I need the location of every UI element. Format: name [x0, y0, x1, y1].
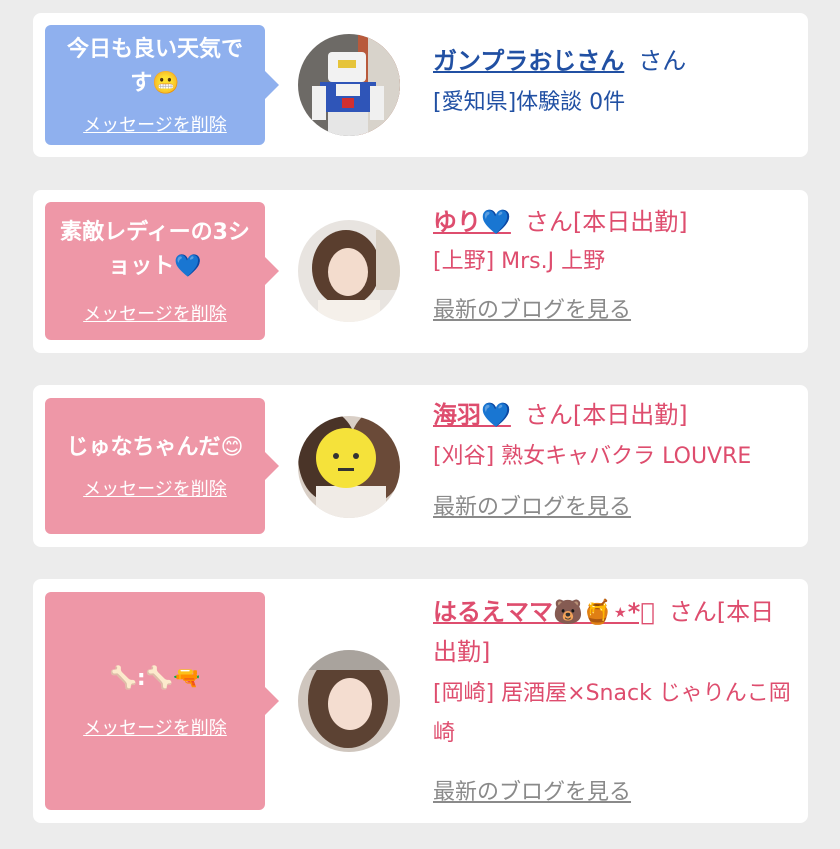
name-line: ガンプラおじさん さん [433, 41, 798, 81]
avatar[interactable] [298, 220, 400, 322]
profile-detail: [上野] Mrs.J 上野 [433, 249, 606, 274]
latest-blog-link[interactable]: 最新のブログを見る [433, 774, 631, 806]
honorific: さん [638, 47, 687, 75]
message-bubble: 素敵レディーの3ショット💙 メッセージを削除 [45, 202, 279, 340]
profile-detail: [愛知県]体験談 0件 [433, 90, 626, 115]
profile-photo [298, 650, 400, 752]
profile-info: ガンプラおじさん さん [愛知県]体験談 0件 [433, 41, 798, 123]
profile-photo [298, 416, 400, 518]
profile-detail: [刈谷] 熟女キャバクラ LOUVRE [433, 444, 752, 469]
message-bubble: 今日も良い天気です😬 メッセージを削除 [45, 25, 279, 145]
message-text: 🦴:🦴🔫 [109, 666, 201, 691]
profile-name-link[interactable]: ガンプラおじさん [433, 47, 624, 75]
message-card: 今日も良い天気です😬 メッセージを削除 ガンプラおじさん さん [愛知県]体験談 … [33, 13, 808, 157]
honorific: さん [524, 208, 573, 236]
avatar[interactable] [298, 34, 400, 136]
profile-detail: [岡崎] 居酒屋×Snack じゃりんこ岡崎 [433, 681, 791, 746]
delete-message-link[interactable]: メッセージを削除 [83, 475, 227, 501]
honorific: さん [524, 401, 573, 429]
name-line: はるえママ🐻🍯⋆*ﾟ さん[本日出勤] [433, 592, 798, 672]
gundam-avatar-image [298, 34, 400, 136]
latest-blog-link[interactable]: 最新のブログを見る [433, 292, 631, 324]
message-card: 🦴:🦴🔫 メッセージを削除 はるえママ🐻🍯⋆*ﾟ さん[本日出勤] [岡崎] 居酒… [33, 579, 808, 823]
message-text: 素敵レディーの3ショット💙 [60, 220, 250, 279]
name-line: 海羽💙 さん[本日出勤] [433, 395, 798, 435]
message-card: 素敵レディーの3ショット💙 メッセージを削除 ゆり💙 さん[本日出勤] [上野] … [33, 190, 808, 353]
message-card: じゅなちゃんだ😊 メッセージを削除 海羽💙 さん[本日出勤] [刈谷] 熟女キャバ… [33, 385, 808, 547]
profile-info: はるえママ🐻🍯⋆*ﾟ さん[本日出勤] [岡崎] 居酒屋×Snack じゃりんこ岡… [433, 592, 798, 806]
latest-blog-link[interactable]: 最新のブログを見る [433, 489, 631, 521]
profile-name-link[interactable]: はるえママ🐻🍯⋆*ﾟ [433, 598, 655, 626]
profile-name-link[interactable]: ゆり💙 [433, 208, 511, 236]
profile-name-link[interactable]: 海羽💙 [433, 401, 511, 429]
profile-info: 海羽💙 さん[本日出勤] [刈谷] 熟女キャバクラ LOUVRE 最新のブログを見… [433, 395, 798, 521]
delete-message-link[interactable]: メッセージを削除 [83, 111, 227, 137]
honorific: さん [668, 598, 717, 626]
profile-info: ゆり💙 さん[本日出勤] [上野] Mrs.J 上野 最新のブログを見る [433, 202, 798, 324]
delete-message-link[interactable]: メッセージを削除 [83, 714, 227, 740]
message-bubble: じゅなちゃんだ😊 メッセージを削除 [45, 398, 279, 534]
avatar[interactable] [298, 650, 400, 752]
profile-photo [298, 220, 400, 322]
delete-message-link[interactable]: メッセージを削除 [83, 300, 227, 326]
name-line: ゆり💙 さん[本日出勤] [433, 202, 798, 242]
work-status: [本日出勤] [572, 208, 688, 236]
avatar[interactable] [298, 416, 400, 518]
work-status: [本日出勤] [572, 401, 688, 429]
message-bubble: 🦴:🦴🔫 メッセージを削除 [45, 592, 279, 810]
message-text: じゅなちゃんだ😊 [66, 435, 244, 460]
message-text: 今日も良い天気です😬 [66, 37, 243, 96]
